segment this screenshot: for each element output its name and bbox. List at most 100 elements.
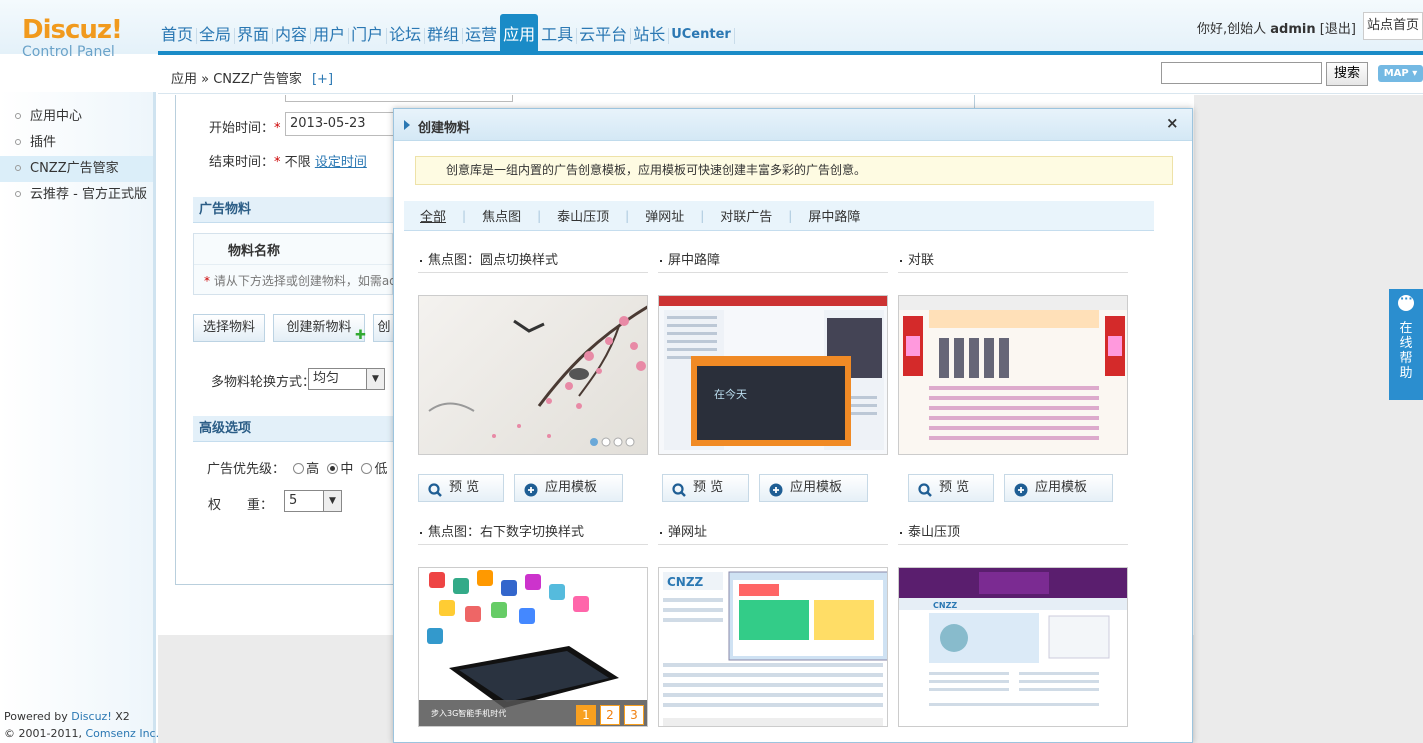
card-title: 泰山压顶 bbox=[898, 523, 1128, 545]
notice-banner: 创意库是一组内置的广告创意模板，应用模板可快速创建丰富多彩的广告创意。 bbox=[415, 156, 1173, 185]
tab-taishan[interactable]: 泰山压顶 bbox=[551, 206, 615, 225]
material-hint: * 请从下方选择或创建物料，如需adj bbox=[204, 274, 401, 288]
search-input[interactable] bbox=[1161, 62, 1322, 84]
nav-item-style[interactable]: 界面 bbox=[234, 14, 274, 52]
nav-item-cloud[interactable]: 云平台 bbox=[576, 14, 632, 52]
sidebar: 应用中心 插件 CNZZ广告管家 云推荐 - 官方正式版 bbox=[0, 92, 156, 743]
template-thumbnail[interactable] bbox=[418, 295, 648, 455]
nav-item-app[interactable]: 应用 bbox=[500, 14, 539, 52]
nav-item-user[interactable]: 用户 bbox=[310, 14, 350, 52]
apply-template-button[interactable]: 应用模板 bbox=[514, 474, 623, 502]
section-advanced-header: 高级选项 bbox=[193, 416, 393, 442]
sidebar-item-plugins[interactable]: 插件 bbox=[0, 130, 153, 156]
user-info: 你好,创始人 admin [退出] bbox=[1197, 18, 1356, 37]
nav-item-portal[interactable]: 门户 bbox=[348, 14, 388, 52]
select-material-button[interactable]: 选择物料 bbox=[193, 314, 265, 342]
preview-button[interactable]: 预 览 bbox=[418, 474, 504, 502]
close-icon[interactable]: × bbox=[1166, 114, 1179, 132]
weight-label: 权 重： bbox=[208, 498, 274, 513]
nav-item-forum[interactable]: 论坛 bbox=[386, 14, 426, 52]
nav-item-webmaster[interactable]: 站长 bbox=[630, 14, 670, 52]
other-material-button[interactable]: 创 bbox=[373, 314, 395, 342]
preview-button[interactable]: 预 览 bbox=[908, 474, 994, 502]
tab-focus[interactable]: 焦点图 bbox=[476, 206, 527, 225]
logo[interactable]: Discuz! Control Panel bbox=[22, 16, 142, 60]
plus-icon: ✚ bbox=[355, 328, 366, 343]
preview-button[interactable]: 预 览 bbox=[662, 474, 749, 502]
priority-mid-radio[interactable] bbox=[327, 463, 339, 474]
help-label: 在线帮助 bbox=[1399, 321, 1413, 381]
nav-item-tools[interactable]: 工具 bbox=[538, 14, 578, 52]
online-help-tab[interactable]: 在线帮助 bbox=[1389, 289, 1423, 400]
card-title: 弹网址 bbox=[658, 523, 888, 545]
tab-roadblock[interactable]: 屏中路障 bbox=[802, 206, 866, 225]
priority-high-radio[interactable] bbox=[293, 463, 305, 474]
sidebar-item-app-center[interactable]: 应用中心 bbox=[0, 104, 153, 130]
create-material-button[interactable]: 创建新物料 ✚ bbox=[273, 314, 366, 343]
svg-text:在今天: 在今天 bbox=[714, 387, 747, 401]
template-thumbnail[interactable] bbox=[898, 295, 1128, 455]
create-material-dialog: 创建物料 × 创意库是一组内置的广告创意模板，应用模板可快速创建丰富多彩的广告创… bbox=[393, 108, 1193, 743]
apply-template-button[interactable]: 应用模板 bbox=[759, 474, 868, 502]
tab-all[interactable]: 全部 bbox=[414, 206, 452, 225]
chevron-down-icon: ▼ bbox=[366, 369, 384, 389]
apply-template-button[interactable]: 应用模板 bbox=[1004, 474, 1113, 502]
search-icon bbox=[918, 481, 932, 507]
nav-item-content[interactable]: 内容 bbox=[272, 14, 312, 52]
rotate-select[interactable]: 均匀 ▼ bbox=[308, 368, 385, 390]
greeting: 你好,创始人 bbox=[1197, 22, 1267, 37]
template-card: 弹网址 CNZZ bbox=[658, 523, 888, 727]
tab-popup[interactable]: 弹网址 bbox=[639, 206, 690, 225]
search-button[interactable]: 搜索 bbox=[1326, 62, 1368, 86]
template-thumbnail[interactable]: CNZZ bbox=[898, 567, 1128, 727]
page-number[interactable]: 2 bbox=[600, 705, 620, 725]
weight-select[interactable]: 5 ▼ bbox=[284, 490, 342, 512]
bullet-icon bbox=[15, 139, 21, 145]
page-number[interactable]: 3 bbox=[624, 705, 644, 725]
template-card: 屏中路障 在今天 bbox=[658, 251, 888, 455]
username: admin bbox=[1270, 22, 1316, 37]
plus-circle-icon bbox=[1014, 481, 1028, 507]
start-time-input[interactable]: 2013-05-23 bbox=[285, 112, 395, 136]
template-card: 焦点图：右下数字切换样式 步入3G智能手机时代 1 2 3 bbox=[418, 523, 648, 727]
page-number[interactable]: 1 bbox=[576, 705, 596, 725]
template-thumbnail[interactable]: CNZZ bbox=[658, 567, 888, 727]
template-card: 焦点图：圆点切换样式 bbox=[418, 251, 648, 455]
add-shortcut-link[interactable]: [+] bbox=[312, 72, 333, 87]
bullet-icon bbox=[15, 191, 21, 197]
sidebar-item-cnzz[interactable]: CNZZ广告管家 bbox=[0, 156, 153, 182]
end-time-label: 结束时间：* 不限 设定时间 bbox=[209, 155, 367, 170]
template-thumbnail[interactable]: 在今天 bbox=[658, 295, 888, 455]
plus-circle-icon bbox=[524, 481, 538, 507]
nav-item-ucenter[interactable]: UCenter bbox=[668, 14, 735, 52]
plum-blossom-image bbox=[428, 305, 647, 447]
logo-subtitle: Control Panel bbox=[22, 44, 115, 60]
bullet-icon bbox=[15, 113, 21, 119]
comsenz-link[interactable]: Comsenz Inc. bbox=[85, 727, 159, 740]
template-thumbnail[interactable]: 步入3G智能手机时代 1 2 3 bbox=[418, 567, 648, 727]
nav-item-group[interactable]: 群组 bbox=[424, 14, 464, 52]
taishan-screenshot: CNZZ bbox=[899, 568, 1127, 706]
logout-link[interactable]: [退出] bbox=[1320, 22, 1356, 37]
set-time-link[interactable]: 设定时间 bbox=[315, 155, 367, 170]
nav-item-home[interactable]: 首页 bbox=[158, 14, 198, 52]
rotate-label: 多物料轮换方式： bbox=[211, 375, 316, 390]
section-material-header: 广告物料 bbox=[193, 197, 393, 223]
breadcrumb-bar: 应用 » CNZZ广告管家 [+] 搜索 MAP ▾ bbox=[158, 56, 1423, 94]
tab-couplet[interactable]: 对联广告 bbox=[714, 206, 778, 225]
card-title: 焦点图：圆点切换样式 bbox=[418, 251, 648, 273]
priority-low-radio[interactable] bbox=[361, 463, 373, 474]
site-home-button[interactable]: 站点首页 bbox=[1363, 12, 1423, 40]
nav-item-operation[interactable]: 运营 bbox=[462, 14, 502, 52]
sidebar-item-cloud-recommend[interactable]: 云推荐 - 官方正式版 bbox=[0, 182, 153, 208]
svg-text:CNZZ: CNZZ bbox=[933, 601, 957, 610]
bullet-icon bbox=[15, 165, 21, 171]
footer-powered: Powered by Discuz! X2 © 2001-2011, Comse… bbox=[4, 710, 160, 740]
map-button[interactable]: MAP ▾ bbox=[1378, 65, 1423, 82]
discuz-link[interactable]: Discuz! bbox=[71, 710, 111, 723]
main-nav: 首页 全局 界面 内容 用户 门户 论坛 群组 运营 应用 工具 云平台 站长 … bbox=[158, 14, 735, 52]
nav-item-global[interactable]: 全局 bbox=[196, 14, 236, 52]
svg-text:CNZZ: CNZZ bbox=[667, 575, 704, 589]
material-table: 物料名称 * 请从下方选择或创建物料，如需adj bbox=[193, 233, 400, 295]
column-material-name: 物料名称 bbox=[228, 244, 281, 259]
